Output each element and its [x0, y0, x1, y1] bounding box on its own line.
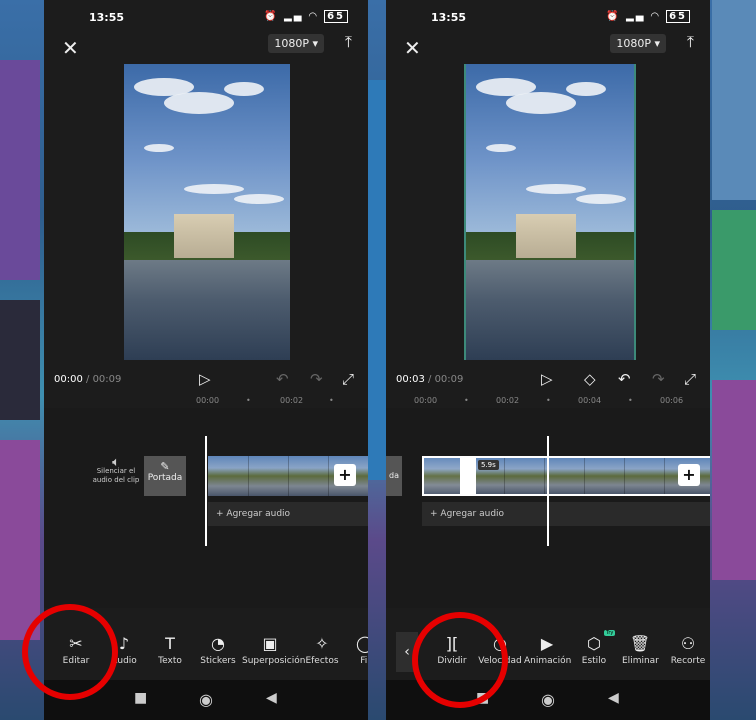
mute-clip-button[interactable]: 🔈︎ Silenciar el audio del clip	[88, 455, 144, 485]
playhead[interactable]	[547, 436, 549, 546]
highlight-circle-dividir	[412, 612, 508, 708]
pencil-icon: ✎	[160, 460, 170, 473]
fullscreen-icon[interactable]: ⤢	[684, 370, 696, 388]
status-icons: ⏰ ▂▄ ◠ 65	[264, 10, 348, 23]
cover-button[interactable]: ✎ Portada	[144, 456, 186, 496]
video-preview	[124, 64, 290, 360]
status-icons: ⏰ ▂▄ ◠ 65	[606, 10, 690, 23]
undo-icon[interactable]: ↶	[618, 370, 631, 388]
overlay-icon: ▣	[262, 634, 278, 653]
effects-icon: ✧	[315, 634, 329, 653]
keyframe-icon[interactable]: ◇	[584, 370, 596, 388]
timeline[interactable]: 🔈︎ Silenciar el audio del clip ✎ Portada…	[44, 408, 368, 608]
status-bar: 13:55 ⏰ ▂▄ ◠ 65	[44, 8, 368, 28]
redo-icon[interactable]: ↷	[310, 370, 323, 388]
battery-icon: 65	[324, 10, 348, 23]
resolution-dropdown[interactable]: 1080P ▾	[610, 34, 666, 53]
tool-filtros[interactable]: ◯Fil	[350, 634, 368, 666]
timecode: 00:03 / 00:09	[396, 374, 464, 385]
play-icon[interactable]: ▷	[199, 370, 211, 388]
filter-icon: ◯	[356, 634, 368, 653]
back-icon[interactable]: ◀	[266, 690, 277, 706]
home-icon[interactable]: ◉	[199, 690, 213, 709]
crop-person-icon: ⚇	[680, 634, 696, 653]
time-ruler: 00:00 • 00:02 •	[196, 396, 334, 405]
add-clip-button[interactable]: +	[334, 464, 356, 486]
timeline[interactable]: da 5.9s + + Agregar audio	[386, 408, 710, 608]
duration-badge: 5.9s	[478, 460, 499, 470]
cube-icon: ⬡	[587, 634, 601, 653]
resolution-dropdown[interactable]: 1080P ▾	[268, 34, 324, 53]
tool-recorte[interactable]: ⚇ Recorte	[668, 634, 708, 666]
speaker-icon: 🔈︎	[112, 455, 120, 470]
sticker-icon: ◔	[211, 634, 225, 653]
time-ruler: 00:00 • 00:02 • 00:04 • 00:06	[414, 396, 684, 405]
add-clip-button[interactable]: +	[678, 464, 700, 486]
upload-icon[interactable]: ⤒	[345, 32, 352, 52]
timecode: 00:00 / 00:09	[54, 374, 122, 385]
recents-icon[interactable]: ■	[134, 690, 147, 706]
tool-superposicion[interactable]: ▣ Superposición	[242, 634, 305, 666]
clip-trim-handle[interactable]	[460, 456, 476, 496]
tool-texto[interactable]: T Texto	[152, 634, 188, 666]
text-icon: T	[165, 634, 175, 653]
close-icon[interactable]: ✕	[62, 36, 79, 60]
resolution-label: 1080P	[274, 37, 309, 50]
tool-stickers[interactable]: ◔ Stickers	[198, 634, 238, 666]
add-audio-button[interactable]: + Agregar audio	[422, 502, 710, 526]
status-bar: 13:55 ⏰ ▂▄ ◠ 65	[386, 8, 710, 28]
trash-icon: 🗑︎	[629, 634, 651, 653]
tool-animacion[interactable]: ▶ Animación	[524, 634, 571, 666]
status-time: 13:55	[431, 11, 467, 24]
playhead[interactable]	[205, 436, 207, 546]
play-icon[interactable]: ▷	[541, 370, 553, 388]
animation-icon: ▶	[540, 634, 554, 653]
previous-clip[interactable]: da	[386, 456, 402, 496]
battery-icon: 65	[666, 10, 690, 23]
highlight-circle-editar	[22, 604, 118, 700]
status-time: 13:55	[89, 11, 125, 24]
tool-estilo[interactable]: ⬡ Estilo	[576, 634, 612, 666]
fullscreen-icon[interactable]: ⤢	[342, 370, 354, 388]
upload-icon[interactable]: ⤒	[687, 32, 694, 52]
right-phone-screen: 13:55 ⏰ ▂▄ ◠ 65 ✕ 1080P ▾ ⤒ 00:03 / 00:0…	[386, 0, 710, 720]
try-badge: Try	[604, 630, 616, 636]
tool-eliminar[interactable]: 🗑︎ Eliminar	[622, 634, 659, 666]
resolution-label: 1080P	[616, 37, 651, 50]
selected-video-clip[interactable]	[422, 456, 710, 496]
video-preview	[464, 64, 636, 360]
redo-icon[interactable]: ↷	[652, 370, 665, 388]
close-icon[interactable]: ✕	[404, 36, 421, 60]
back-icon[interactable]: ◀	[608, 690, 619, 706]
home-icon[interactable]: ◉	[541, 690, 555, 709]
tool-efectos[interactable]: ✧ Efectos	[304, 634, 340, 666]
undo-icon[interactable]: ↶	[276, 370, 289, 388]
add-audio-button[interactable]: + Agregar audio	[208, 502, 368, 526]
